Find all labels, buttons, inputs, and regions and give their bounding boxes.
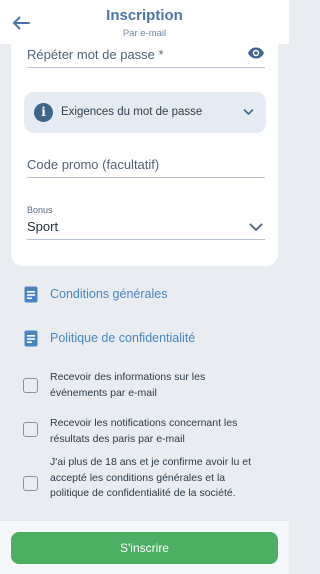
- password-requirements-toggle[interactable]: i Exigences du mot de passe: [24, 92, 266, 133]
- events-email-label: Recevoir des informations sur les événem…: [50, 371, 206, 399]
- registration-screen: Inscription Par e-mail Répéter mot de pa…: [0, 0, 289, 574]
- bonus-value: Sport: [27, 219, 59, 234]
- document-icon: [24, 286, 38, 303]
- info-icon: i: [34, 103, 53, 122]
- age-terms-checkbox[interactable]: [23, 476, 38, 491]
- age-terms-label: J'ai plus de 18 ans et je confirme avoir…: [50, 456, 252, 499]
- confirm-password-placeholder: Répéter mot de passe *: [27, 47, 164, 62]
- bonus-select[interactable]: Sport: [27, 216, 265, 240]
- events-email-checkbox[interactable]: [23, 378, 38, 393]
- register-button[interactable]: S'inscrire: [11, 532, 278, 564]
- header: Inscription Par e-mail: [0, 0, 289, 44]
- eye-icon[interactable]: [247, 46, 265, 60]
- bet-results-checkbox[interactable]: [23, 422, 38, 437]
- chevron-down-icon: [249, 223, 263, 231]
- promo-code-placeholder: Code promo (facultatif): [27, 157, 160, 172]
- promo-code-field[interactable]: Code promo (facultatif): [27, 153, 265, 178]
- password-requirements-label: Exigences du mot de passe: [61, 106, 203, 118]
- chevron-down-icon: [243, 109, 254, 115]
- terms-link-label: Conditions générales: [50, 287, 168, 301]
- bet-results-label: Recevoir les notifications concernant le…: [50, 417, 238, 445]
- document-icon: [24, 330, 38, 347]
- page-title: Inscription: [106, 7, 183, 24]
- bonus-label: Bonus: [27, 205, 53, 215]
- privacy-link-label: Politique de confidentialité: [50, 331, 196, 345]
- page-subtitle: Par e-mail: [122, 28, 167, 39]
- confirm-password-field[interactable]: Répéter mot de passe *: [27, 45, 265, 68]
